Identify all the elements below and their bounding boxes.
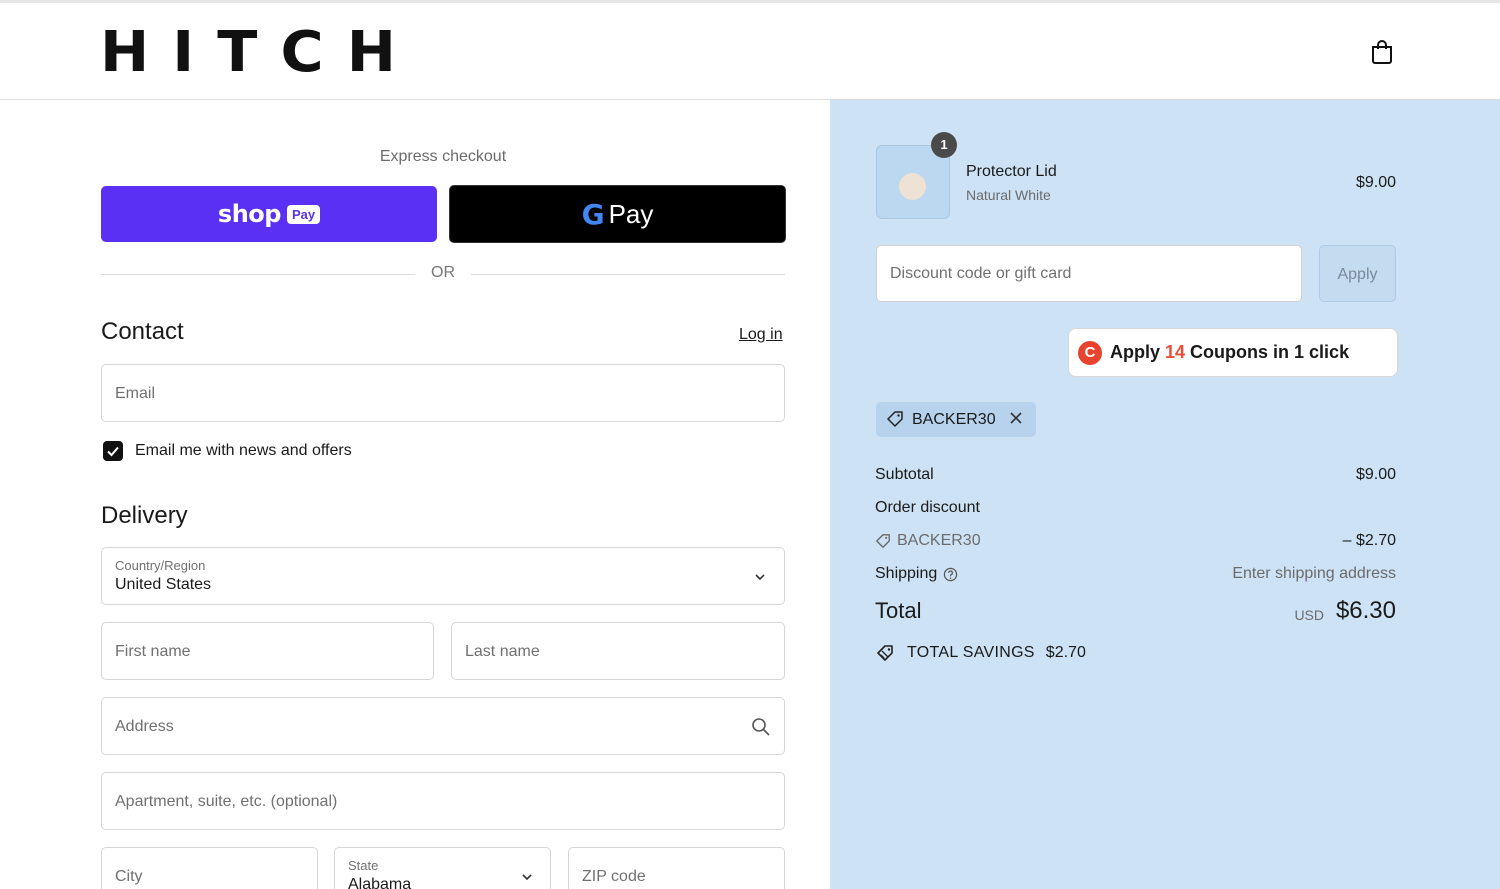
- total-label: Total: [875, 598, 922, 623]
- state-select[interactable]: State Alabama: [334, 847, 551, 889]
- apply-coupons-button[interactable]: C Apply 14 Coupons in 1 click: [1068, 328, 1398, 377]
- checkmark-icon: [107, 446, 119, 457]
- shop-pay-badge: Pay: [286, 204, 321, 224]
- total-savings-label: TOTAL SAVINGS: [907, 644, 1035, 661]
- shop-pay-button[interactable]: shop Pay: [101, 186, 437, 242]
- gpay-word: Pay: [608, 198, 654, 229]
- city-field[interactable]: City: [101, 847, 318, 889]
- tag-icon: [887, 411, 903, 427]
- product-name: Protector Lid: [966, 163, 1057, 180]
- product-variant: Natural White: [966, 187, 1051, 203]
- last-name-field[interactable]: Last name: [451, 622, 785, 680]
- subtotal-value: $9.00: [1355, 466, 1396, 483]
- newsletter-checkbox[interactable]: [103, 441, 123, 461]
- shipping-row: Shipping: [875, 565, 958, 583]
- search-icon: [752, 718, 770, 736]
- coupon-button-label: Apply 14 Coupons in 1 click: [1110, 342, 1350, 362]
- delivery-heading: Delivery: [101, 502, 188, 529]
- or-divider: OR: [101, 264, 785, 284]
- apply-discount-button[interactable]: Apply: [1319, 245, 1396, 302]
- discount-code-row: BACKER30: [875, 532, 981, 550]
- quantity-badge: 1: [931, 132, 957, 158]
- applied-discount-chip: BACKER30: [876, 402, 1036, 437]
- total-savings-row: TOTAL SAVINGS $2.70: [876, 643, 1086, 663]
- product-price: $9.00: [1355, 174, 1396, 191]
- shop-pay-word: shop: [217, 200, 282, 228]
- coupon-extension-icon: C: [1078, 340, 1102, 365]
- discount-code-input[interactable]: Discount code or gift card: [876, 245, 1302, 302]
- order-discount-label: Order discount: [875, 499, 980, 516]
- total-value: $6.30: [1335, 597, 1396, 624]
- discount-value: – $2.70: [1342, 532, 1396, 549]
- chevron-down-icon: [755, 574, 765, 581]
- newsletter-label: Email me with news and offers: [135, 442, 352, 459]
- google-pay-button[interactable]: G Pay: [449, 185, 786, 243]
- savings-tag-icon: [877, 645, 893, 661]
- subtotal-label: Subtotal: [875, 466, 934, 483]
- country-select[interactable]: Country/Region United States: [101, 547, 785, 605]
- site-header: HITCH: [0, 3, 1500, 100]
- shipping-value: Enter shipping address: [1232, 565, 1396, 582]
- chevron-down-icon: [522, 874, 532, 881]
- google-g-icon: G: [581, 197, 605, 231]
- shipping-label: Shipping: [875, 565, 938, 582]
- email-field[interactable]: Email: [101, 364, 785, 422]
- applied-discount-code: BACKER30: [912, 411, 996, 428]
- login-link[interactable]: Log in: [739, 326, 783, 344]
- help-circle-icon[interactable]: [943, 567, 958, 582]
- first-name-field[interactable]: First name: [101, 622, 434, 680]
- apartment-field[interactable]: Apartment, suite, etc. (optional): [101, 772, 785, 830]
- hitch-logo[interactable]: HITCH: [100, 25, 419, 81]
- total-currency: USD: [1294, 607, 1324, 623]
- address-field[interactable]: Address: [101, 697, 785, 755]
- express-checkout-label: Express checkout: [379, 148, 507, 165]
- zip-code-field[interactable]: ZIP code: [568, 847, 785, 889]
- total-savings-value: $2.70: [1045, 644, 1086, 661]
- shopping-bag-icon[interactable]: [1370, 39, 1394, 65]
- contact-heading: Contact: [101, 318, 184, 345]
- tag-icon: [876, 534, 890, 548]
- discount-code-name: BACKER30: [897, 532, 981, 549]
- product-image: [899, 173, 926, 200]
- remove-discount-icon[interactable]: [1009, 411, 1023, 425]
